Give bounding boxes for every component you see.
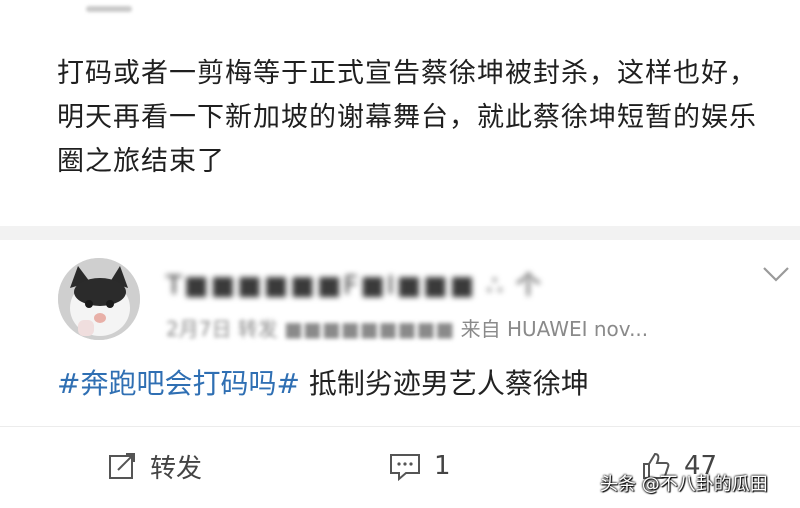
top-blurred-mark bbox=[86, 6, 132, 12]
chevron-down-icon[interactable] bbox=[760, 262, 792, 286]
meta-row: 2月7日 转发 ■■■■■■■■■ 来自 HUAWEI nov... bbox=[166, 313, 648, 342]
section-separator bbox=[0, 226, 800, 240]
watermark: 头条 @不八卦的瓜田 bbox=[600, 474, 768, 495]
meta-timestamp-blurred: 2月7日 转发 ■■■■■■■■■ bbox=[166, 317, 455, 341]
comment-icon bbox=[390, 454, 420, 482]
username-blurred[interactable]: T■■■■■■F■I■■■ ∴ 个 bbox=[166, 265, 543, 302]
hashtag-link[interactable]: #奔跑吧会打码吗# bbox=[57, 367, 300, 400]
comment-button[interactable]: 1 bbox=[388, 448, 451, 484]
avatar-cat-image bbox=[58, 258, 140, 340]
action-divider bbox=[0, 426, 800, 427]
meta-source: 来自 HUAWEI nov... bbox=[460, 317, 649, 341]
repost-label: 转发 bbox=[150, 453, 203, 484]
repost-button[interactable]: 转发 bbox=[106, 448, 202, 484]
repost-text: 抵制劣迹男艺人蔡徐坤 bbox=[299, 367, 589, 400]
comment-count: 1 bbox=[434, 451, 451, 481]
share-edit-icon bbox=[109, 453, 135, 479]
avatar[interactable] bbox=[58, 258, 140, 340]
post-text: 打码或者一剪梅等于正式宣告蔡徐坤被封杀，这样也好，明天再看一下新加坡的谢幕舞台，… bbox=[57, 58, 757, 177]
repost-content: #奔跑吧会打码吗# 抵制劣迹男艺人蔡徐坤 bbox=[57, 362, 589, 402]
